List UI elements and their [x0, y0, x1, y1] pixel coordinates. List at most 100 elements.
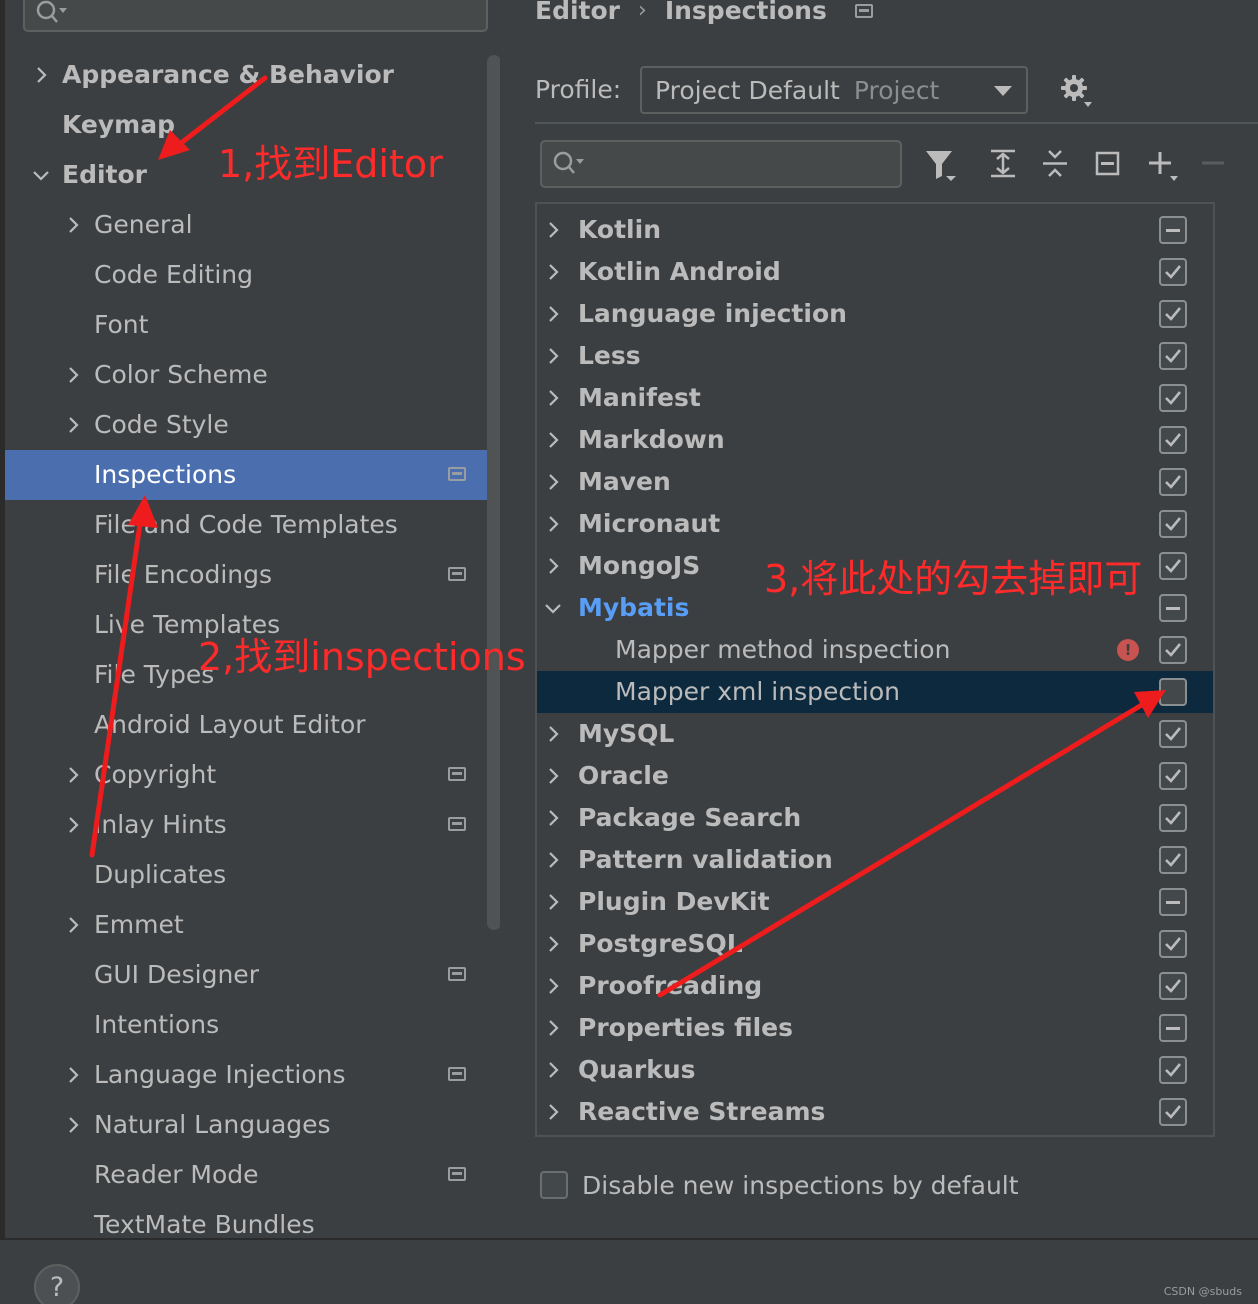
breadcrumb-editor[interactable]: Editor — [535, 0, 620, 25]
inspection-row-package-search[interactable]: Package Search — [537, 797, 1213, 839]
inspection-row-manifest[interactable]: Manifest — [537, 377, 1213, 419]
inspection-row-less[interactable]: Less — [537, 335, 1213, 377]
chevron-right-icon[interactable] — [543, 556, 563, 576]
disable-new-inspections-checkbox[interactable] — [540, 1171, 568, 1199]
chevron-right-icon[interactable] — [543, 976, 563, 996]
inspection-checkbox[interactable] — [1159, 384, 1187, 412]
inspection-row-plugin-devkit[interactable]: Plugin DevKit — [537, 881, 1213, 923]
chevron-right-icon[interactable] — [543, 808, 563, 828]
inspection-row-properties-files[interactable]: Properties files — [537, 1007, 1213, 1049]
expand-all-icon[interactable] — [988, 148, 1018, 180]
chevron-down-icon[interactable] — [543, 598, 563, 618]
inspection-checkbox[interactable] — [1159, 804, 1187, 832]
inspection-row-kotlin-android[interactable]: Kotlin Android — [537, 251, 1213, 293]
inspection-checkbox[interactable] — [1159, 1014, 1187, 1042]
inspection-row-maven[interactable]: Maven — [537, 461, 1213, 503]
inspection-checkbox[interactable] — [1159, 972, 1187, 1000]
chevron-right-icon[interactable] — [543, 346, 563, 366]
chevron-right-icon[interactable] — [543, 472, 563, 492]
inspection-checkbox[interactable] — [1159, 720, 1187, 748]
inspection-row-oracle[interactable]: Oracle — [537, 755, 1213, 797]
chevron-right-icon[interactable] — [543, 892, 563, 912]
sidebar-item-inspections[interactable]: Inspections — [5, 450, 500, 500]
chevron-right-icon[interactable] — [543, 430, 563, 450]
inspection-checkbox[interactable] — [1159, 1056, 1187, 1084]
chevron-right-icon[interactable] — [63, 815, 83, 835]
collapse-all-icon[interactable] — [1040, 148, 1070, 180]
inspection-row-language-injection[interactable]: Language injection — [537, 293, 1213, 335]
chevron-right-icon[interactable] — [543, 1060, 563, 1080]
settings-search-input[interactable] — [23, 0, 488, 32]
inspection-checkbox[interactable] — [1159, 258, 1187, 286]
chevron-right-icon[interactable] — [543, 724, 563, 744]
sidebar-item-code-style[interactable]: Code Style — [5, 400, 500, 450]
chevron-right-icon[interactable] — [63, 365, 83, 385]
sidebar-scrollbar[interactable] — [487, 55, 501, 930]
chevron-right-icon[interactable] — [543, 934, 563, 954]
chevron-right-icon[interactable] — [63, 415, 83, 435]
inspection-row-pattern-validation[interactable]: Pattern validation — [537, 839, 1213, 881]
inspection-row-proofreading[interactable]: Proofreading — [537, 965, 1213, 1007]
inspection-checkbox[interactable] — [1159, 930, 1187, 958]
inspection-row-markdown[interactable]: Markdown — [537, 419, 1213, 461]
inspection-row-mapper-xml-inspection[interactable]: Mapper xml inspection — [537, 671, 1213, 713]
disable-new-inspections-option[interactable]: Disable new inspections by default — [540, 1168, 1019, 1202]
sidebar-item-general[interactable]: General — [5, 200, 500, 250]
inspection-checkbox[interactable] — [1159, 1098, 1187, 1126]
chevron-right-icon[interactable] — [63, 1065, 83, 1085]
chevron-right-icon[interactable] — [63, 1115, 83, 1135]
inspection-checkbox[interactable] — [1159, 552, 1187, 580]
inspections-search-input[interactable] — [540, 140, 902, 188]
inspection-checkbox[interactable] — [1159, 846, 1187, 874]
inspection-checkbox[interactable] — [1159, 468, 1187, 496]
chevron-right-icon[interactable] — [63, 765, 83, 785]
inspection-row-quarkus[interactable]: Quarkus — [537, 1049, 1213, 1091]
sidebar-item-intentions[interactable]: Intentions — [5, 1000, 500, 1050]
sidebar-item-copyright[interactable]: Copyright — [5, 750, 500, 800]
inspection-checkbox[interactable] — [1159, 678, 1187, 706]
inspection-row-postgresql[interactable]: PostgreSQL — [537, 923, 1213, 965]
inspection-checkbox[interactable] — [1159, 888, 1187, 916]
chevron-right-icon[interactable] — [543, 220, 563, 240]
inspection-checkbox[interactable] — [1159, 636, 1187, 664]
chevron-right-icon[interactable] — [543, 766, 563, 786]
chevron-right-icon[interactable] — [543, 262, 563, 282]
sidebar-item-natural-languages[interactable]: Natural Languages — [5, 1100, 500, 1150]
reset-icon[interactable] — [1094, 148, 1122, 180]
chevron-right-icon[interactable] — [543, 304, 563, 324]
sidebar-item-gui-designer[interactable]: GUI Designer — [5, 950, 500, 1000]
chevron-right-icon[interactable] — [63, 915, 83, 935]
inspection-row-reactive-streams[interactable]: Reactive Streams — [537, 1091, 1213, 1133]
sidebar-item-reader-mode[interactable]: Reader Mode — [5, 1150, 500, 1200]
inspection-row-micronaut[interactable]: Micronaut — [537, 503, 1213, 545]
inspection-checkbox[interactable] — [1159, 342, 1187, 370]
sidebar-item-file-encodings[interactable]: File Encodings — [5, 550, 500, 600]
sidebar-item-file-and-code-templates[interactable]: File and Code Templates — [5, 500, 500, 550]
help-button[interactable]: ? — [34, 1264, 80, 1304]
inspection-row-mysql[interactable]: MySQL — [537, 713, 1213, 755]
chevron-right-icon[interactable] — [543, 1102, 563, 1122]
sidebar-item-android-layout-editor[interactable]: Android Layout Editor — [5, 700, 500, 750]
sidebar-item-language-injections[interactable]: Language Injections — [5, 1050, 500, 1100]
inspection-checkbox[interactable] — [1159, 762, 1187, 790]
inspection-checkbox[interactable] — [1159, 594, 1187, 622]
sidebar-item-emmet[interactable]: Emmet — [5, 900, 500, 950]
chevron-down-icon[interactable] — [31, 165, 51, 185]
chevron-right-icon[interactable] — [543, 1018, 563, 1038]
inspection-checkbox[interactable] — [1159, 426, 1187, 454]
chevron-right-icon[interactable] — [63, 215, 83, 235]
inspection-row-mapper-method-inspection[interactable]: Mapper method inspection! — [537, 629, 1213, 671]
chevron-right-icon[interactable] — [543, 850, 563, 870]
filter-icon[interactable] — [924, 148, 958, 184]
gear-icon[interactable] — [1060, 74, 1094, 110]
sidebar-item-font[interactable]: Font — [5, 300, 500, 350]
inspection-checkbox[interactable] — [1159, 510, 1187, 538]
profile-dropdown[interactable]: Project Default Project — [640, 66, 1028, 114]
chevron-right-icon[interactable] — [543, 514, 563, 534]
sidebar-item-appearance-behavior[interactable]: Appearance & Behavior — [5, 50, 500, 100]
sidebar-item-inlay-hints[interactable]: Inlay Hints — [5, 800, 500, 850]
add-icon[interactable] — [1146, 148, 1180, 184]
inspection-row-kotlin[interactable]: Kotlin — [537, 209, 1213, 251]
inspection-checkbox[interactable] — [1159, 216, 1187, 244]
sidebar-item-duplicates[interactable]: Duplicates — [5, 850, 500, 900]
